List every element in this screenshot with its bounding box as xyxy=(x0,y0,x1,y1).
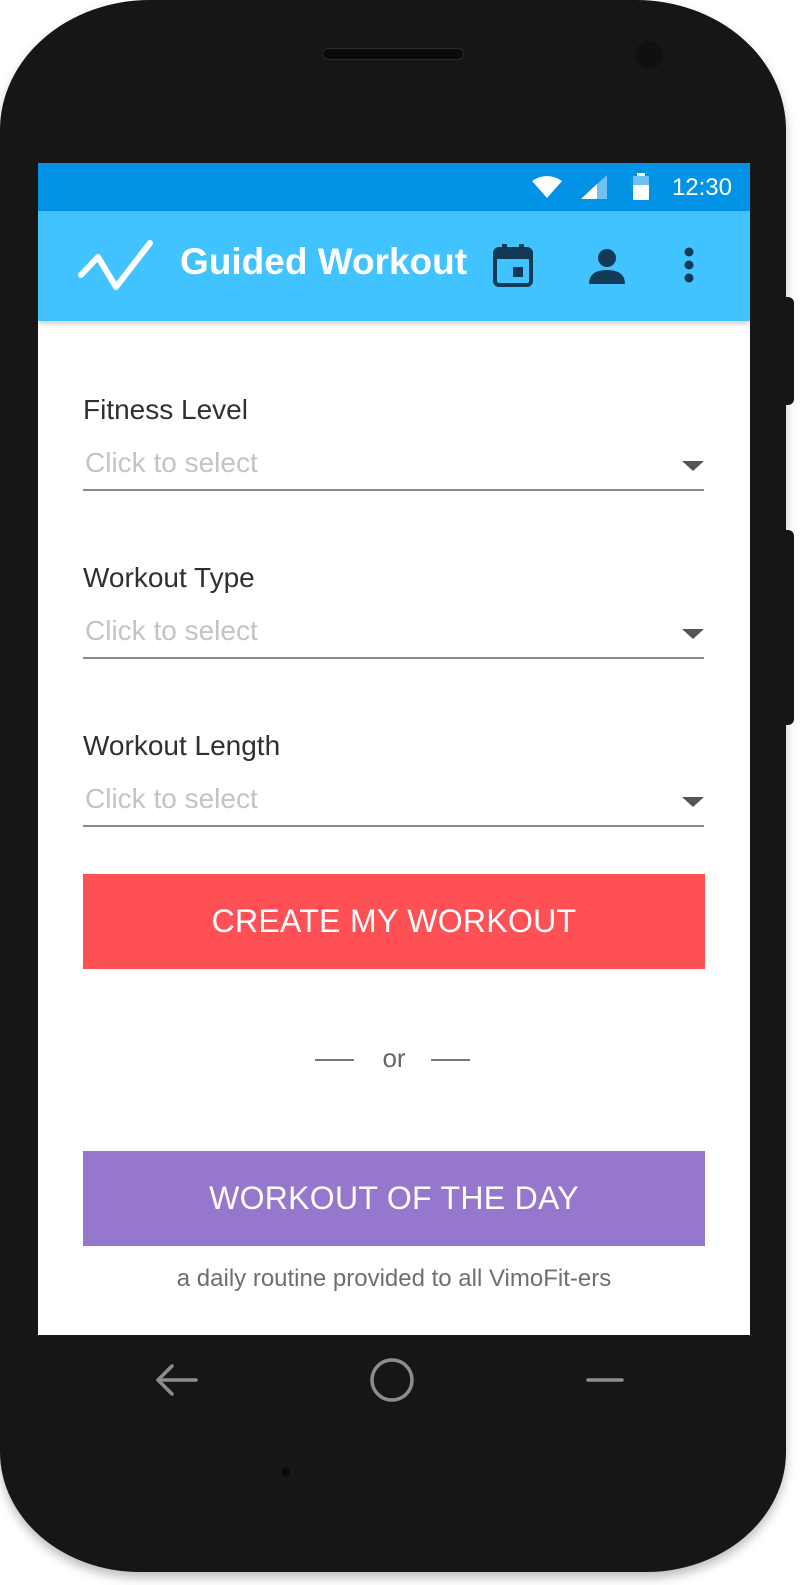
create-workout-button[interactable]: CREATE MY WORKOUT xyxy=(83,874,705,969)
dropdown-arrow-icon xyxy=(682,629,704,639)
volume-button[interactable] xyxy=(782,297,794,405)
logo-check-icon xyxy=(78,240,153,290)
fitness-level-placeholder: Click to select xyxy=(85,447,258,478)
or-text: or xyxy=(382,1043,406,1073)
back-icon[interactable] xyxy=(156,1362,198,1398)
workout-type-field: Workout Type Click to select xyxy=(83,561,704,659)
status-bar: 12:30 xyxy=(38,163,750,211)
battery-icon xyxy=(633,173,649,200)
fitness-level-field: Fitness Level Click to select xyxy=(83,393,704,491)
front-camera xyxy=(632,38,666,72)
wifi-icon xyxy=(532,176,562,198)
workout-type-label: Workout Type xyxy=(83,562,255,593)
recents-icon[interactable] xyxy=(586,1377,624,1383)
fitness-level-label: Fitness Level xyxy=(83,394,248,425)
workout-of-the-day-caption: a daily routine provided to all VimoFit-… xyxy=(176,1265,612,1292)
speaker-grille xyxy=(322,48,464,60)
fitness-level-select[interactable]: Click to select xyxy=(83,445,704,491)
workout-type-placeholder: Click to select xyxy=(85,615,258,646)
microphone-hole xyxy=(282,1468,290,1476)
dropdown-arrow-icon xyxy=(682,797,704,807)
dropdown-arrow-icon xyxy=(682,461,704,471)
workout-length-label: Workout Length xyxy=(83,730,281,761)
app-bar: Guided Workout xyxy=(38,211,750,321)
workout-of-the-day-button[interactable]: WORKOUT OF THE DAY xyxy=(83,1151,705,1246)
power-button[interactable] xyxy=(782,530,794,725)
calendar-icon[interactable] xyxy=(493,243,533,287)
workout-length-placeholder: Click to select xyxy=(85,783,258,814)
more-vert-icon[interactable] xyxy=(683,247,695,283)
workout-length-select[interactable]: Click to select xyxy=(83,781,704,827)
account-icon[interactable] xyxy=(589,248,625,284)
home-icon[interactable] xyxy=(369,1357,415,1403)
status-time: 12:30 xyxy=(671,174,732,201)
workout-length-field: Workout Length Click to select xyxy=(83,729,704,827)
divider-line xyxy=(431,1059,470,1061)
phone-frame: 12:30 Guided Workout Fitness Level Click… xyxy=(0,0,786,1572)
app-screen: 12:30 Guided Workout Fitness Level Click… xyxy=(38,163,750,1335)
or-divider: or xyxy=(38,1043,750,1077)
page-title: Guided Workout xyxy=(180,241,468,282)
workout-type-select[interactable]: Click to select xyxy=(83,613,704,659)
signal-icon xyxy=(581,175,607,199)
